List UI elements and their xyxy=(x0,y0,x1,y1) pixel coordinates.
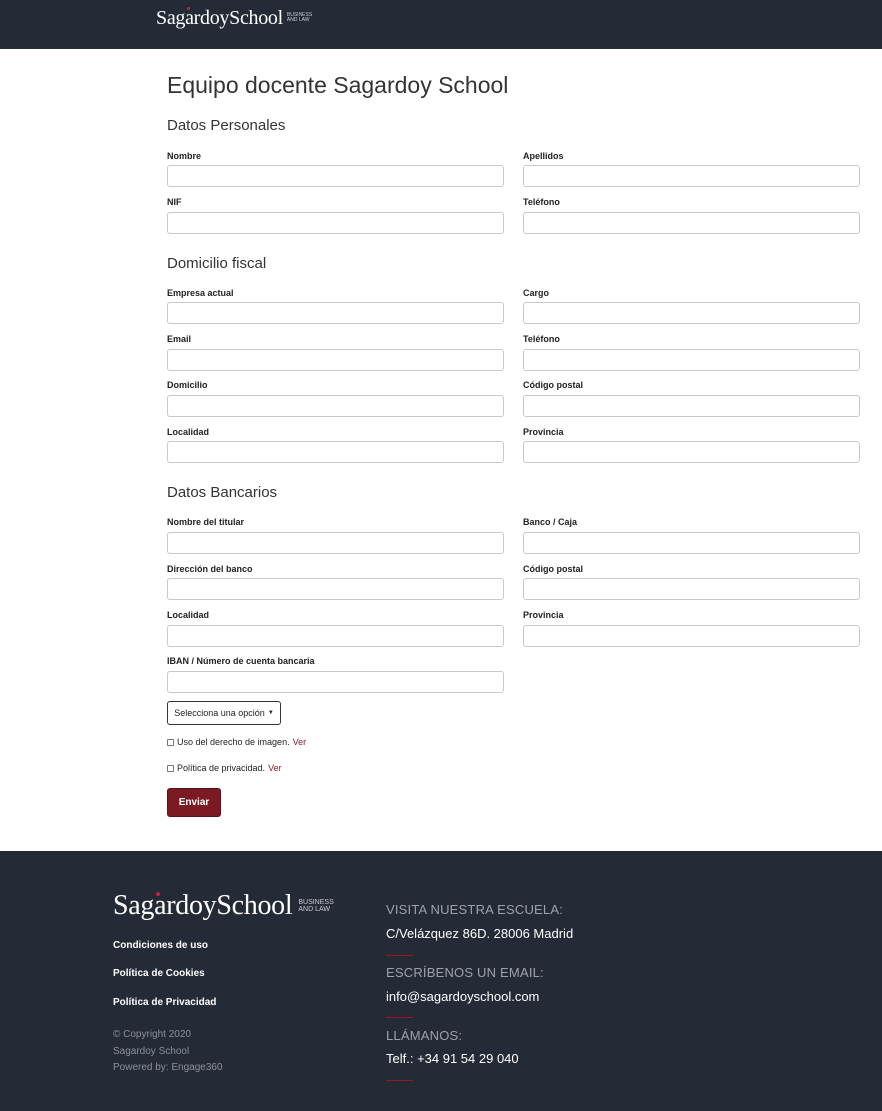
banco-caja-input[interactable] xyxy=(523,532,860,554)
header-logo-text: SagardoySchool xyxy=(156,6,283,29)
header-logo-tagline-line-2: AND LAW xyxy=(286,17,310,23)
localidad-fiscal-input[interactable] xyxy=(167,441,504,463)
localidad-banco-input[interactable] xyxy=(167,625,504,647)
footer-link-cookies[interactable]: Política de Cookies xyxy=(113,968,205,979)
section-title-personal: Datos Personales xyxy=(167,117,286,134)
cargo-input[interactable] xyxy=(523,302,860,324)
email-input[interactable] xyxy=(167,349,504,371)
image-rights-row: Uso del derecho de imagen. Ver xyxy=(167,737,306,747)
powered-by: Powered by: Engage360 xyxy=(113,1062,223,1073)
footer-logo-text: SagardoySchool xyxy=(113,890,293,921)
copyright-line: © Copyright 2020 xyxy=(113,1029,191,1040)
label-cargo: Cargo xyxy=(523,288,550,298)
site-footer: SagardoySchool BUSINESS AND LAW Condicio… xyxy=(0,851,882,1111)
contact-phone[interactable]: Telf.: +34 91 54 29 040 xyxy=(386,1051,519,1066)
label-provincia-banco: Provincia xyxy=(523,610,564,620)
footer-logo[interactable]: SagardoySchool BUSINESS AND LAW xyxy=(113,890,334,922)
nombre-titular-input[interactable] xyxy=(167,532,504,554)
label-nif: NIF xyxy=(167,197,182,207)
image-rights-label: Uso del derecho de imagen. xyxy=(177,737,290,747)
provincia-fiscal-input[interactable] xyxy=(523,441,860,463)
codigo-postal-fiscal-input[interactable] xyxy=(523,395,860,417)
label-apellidos: Apellidos xyxy=(523,151,564,161)
label-direccion-banco: Dirección del banco xyxy=(167,564,253,574)
company-name: Sagardoy School xyxy=(113,1045,190,1057)
section-title-fiscal: Domicilio fiscal xyxy=(167,255,267,272)
footer-link-conditions[interactable]: Condiciones de uso xyxy=(113,940,208,951)
label-nombre: Nombre xyxy=(167,151,202,161)
caret-down-icon: ▼ xyxy=(267,710,274,716)
provincia-banco-input[interactable] xyxy=(523,625,860,647)
header-logo[interactable]: SagardoySchool BUSINESS AND LAW xyxy=(156,6,312,30)
nombre-input[interactable] xyxy=(167,165,504,187)
label-email: Email xyxy=(167,334,192,344)
label-telefono-fiscal: Teléfono xyxy=(523,334,560,344)
label-nombre-titular: Nombre del titular xyxy=(167,517,245,527)
empresa-actual-input[interactable] xyxy=(167,302,504,324)
copyright-block: © Copyright 2020 Sagardoy School Powered… xyxy=(113,1027,223,1077)
option-select-button[interactable]: Selecciona una opción ▼ xyxy=(167,701,281,725)
section-title-bank: Datos Bancarios xyxy=(167,484,278,501)
contact-divider xyxy=(386,1080,413,1081)
label-banco-caja: Banco / Caja xyxy=(523,517,578,527)
label-localidad-banco: Localidad xyxy=(167,610,210,620)
privacy-policy-checkbox[interactable] xyxy=(167,764,174,772)
image-rights-checkbox[interactable] xyxy=(167,738,174,746)
privacy-policy-row: Política de privacidad. Ver xyxy=(167,763,282,773)
label-domicilio: Domicilio xyxy=(167,380,208,390)
privacy-policy-link[interactable]: Ver xyxy=(268,763,282,773)
footer-logo-tagline-line-2: AND LAW xyxy=(298,906,330,913)
logo-accent-dot xyxy=(187,7,190,10)
domicilio-input[interactable] xyxy=(167,395,504,417)
submit-button[interactable]: Enviar xyxy=(167,788,221,817)
label-iban: IBAN / Número de cuenta bancaria xyxy=(167,656,315,666)
contact-heading-visit: VISITA NUESTRA ESCUELA: xyxy=(386,902,564,917)
iban-input[interactable] xyxy=(167,671,504,693)
footer-logo-tagline: BUSINESS AND LAW xyxy=(298,899,333,914)
header-logo-tagline: BUSINESS AND LAW xyxy=(286,12,312,24)
apellidos-input[interactable] xyxy=(523,165,860,187)
contact-divider xyxy=(386,955,413,956)
footer-logo-tagline-line-1: BUSINESS xyxy=(298,898,334,906)
image-rights-link[interactable]: Ver xyxy=(293,737,307,747)
direccion-banco-input[interactable] xyxy=(167,578,504,600)
contact-address: C/Velázquez 86D. 28006 Madrid xyxy=(386,926,574,941)
label-localidad-fiscal: Localidad xyxy=(167,427,210,437)
nif-input[interactable] xyxy=(167,212,504,234)
contact-email[interactable]: info@sagardoyschool.com xyxy=(386,989,539,1004)
logo-accent-dot xyxy=(156,892,160,896)
contact-divider xyxy=(386,1017,413,1018)
privacy-policy-label: Política de privacidad. xyxy=(177,763,266,773)
label-empresa-actual: Empresa actual xyxy=(167,288,234,298)
contact-heading-email: ESCRÍBENOS UN EMAIL: xyxy=(386,965,544,980)
page-title: Equipo docente Sagardoy School xyxy=(167,72,509,98)
footer-link-privacy[interactable]: Política de Privacidad xyxy=(113,997,216,1008)
label-telefono-personal: Teléfono xyxy=(523,197,560,207)
site-header: SagardoySchool BUSINESS AND LAW xyxy=(0,0,882,49)
label-codigo-postal-fiscal: Código postal xyxy=(523,380,583,390)
label-codigo-postal-banco: Código postal xyxy=(523,564,583,574)
contact-heading-phone: LLÁMANOS: xyxy=(386,1028,463,1043)
select-label: Selecciona una opción xyxy=(174,708,265,718)
codigo-postal-banco-input[interactable] xyxy=(523,578,860,600)
label-provincia-fiscal: Provincia xyxy=(523,427,564,437)
telefono-fiscal-input[interactable] xyxy=(523,349,860,371)
telefono-personal-input[interactable] xyxy=(523,212,860,234)
